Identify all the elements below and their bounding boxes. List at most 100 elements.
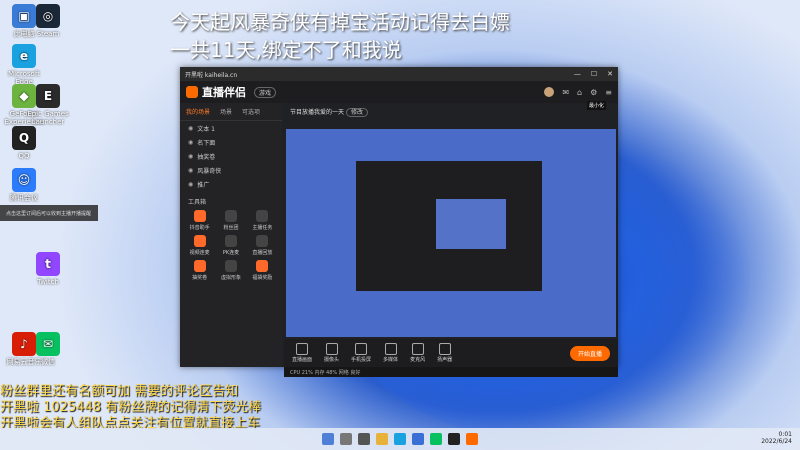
taskbar: 0:01 2022/6/24 xyxy=(0,428,800,450)
tool-item[interactable]: 粉丝团 xyxy=(215,210,246,231)
stream-title: 节目放播我爱的一天 xyxy=(290,109,345,116)
window-titlebar: 开黑啦 kaiheila.cn — ☐ ✕ xyxy=(180,67,618,81)
tool-icon xyxy=(193,260,206,272)
desktop-icon-epic[interactable]: E Epic Games Launcher xyxy=(24,84,72,126)
desktop-icon-qq[interactable]: Q QQ xyxy=(0,126,48,160)
qq-icon: Q xyxy=(12,126,36,150)
tools-grid: 抖音助手 粉丝团 主播任务 视频连麦 PK连麦 直播回放 抽奖卷 虚拟形象 福袋… xyxy=(180,208,282,283)
window-title: 开黑啦 kaiheila.cn xyxy=(185,71,238,79)
gift-icon[interactable]: ⌂ xyxy=(577,88,582,97)
layer-item[interactable]: ◉ 名下面 xyxy=(180,135,282,149)
tool-icon xyxy=(224,235,237,247)
edge-icon: e xyxy=(12,44,36,68)
eye-icon[interactable]: ◉ xyxy=(188,167,193,174)
maximize-icon[interactable]: ☐ xyxy=(591,70,597,78)
edge-taskbar-icon[interactable] xyxy=(394,433,406,445)
tool-item[interactable]: 抽奖卷 xyxy=(184,260,215,281)
tool-icon xyxy=(193,210,206,222)
desktop-icon-meeting[interactable]: ☺ 腾讯会议 xyxy=(0,168,48,202)
desktop-icon-steam[interactable]: ◎ Steam xyxy=(24,4,72,38)
tab-my-scene[interactable]: 我的场景 xyxy=(186,107,210,116)
tool-icon xyxy=(224,210,237,222)
live-app-taskbar-icon[interactable] xyxy=(466,433,478,445)
camera-icon xyxy=(325,343,338,355)
tool-icon xyxy=(256,260,269,272)
logo-icon xyxy=(186,86,198,98)
minimize-tooltip: 最小化 xyxy=(587,101,607,110)
desktop-icon-wechat[interactable]: ✉ 微信 xyxy=(24,332,72,366)
mail-icon[interactable]: ✉ xyxy=(562,88,569,97)
overlay-line-1: 今天起风暴奇侠有掉宝活动记得去白嫖 xyxy=(170,10,510,34)
tool-item[interactable]: 福袋奖励 xyxy=(247,260,278,281)
preview-area: 节目放播我爱的一天 修改 xyxy=(284,103,618,339)
layer-item[interactable]: ◉ 文本 1 xyxy=(180,121,282,135)
clock-date: 2022/6/24 xyxy=(761,438,792,445)
store-icon[interactable] xyxy=(412,433,424,445)
status-bar: CPU 21% 内存 48% 网络 良好 xyxy=(284,367,618,377)
layer-item[interactable]: ◉ 推广 xyxy=(180,177,282,191)
scene-tabs: 我的场景 场景 可选项 xyxy=(180,103,282,121)
speaker-icon xyxy=(438,343,451,355)
edit-title-button[interactable]: 修改 xyxy=(345,108,368,117)
tool-item[interactable]: 视频连麦 xyxy=(184,235,215,256)
system-tray-clock[interactable]: 0:01 2022/6/24 xyxy=(761,431,792,445)
tab-scene[interactable]: 场景 xyxy=(220,107,232,116)
eye-icon[interactable]: ◉ xyxy=(188,139,193,146)
steam-icon: ◎ xyxy=(36,4,60,28)
minimize-icon[interactable]: — xyxy=(574,70,581,78)
phone-icon xyxy=(355,343,368,355)
nested-preview-screen xyxy=(436,199,506,249)
tool-item[interactable]: 抖音助手 xyxy=(184,210,215,231)
layer-item[interactable]: ◉ 风暴奇侠 xyxy=(180,163,282,177)
left-panel: 我的场景 场景 可选项 ◉ 文本 1 ◉ 名下面 ◉ 抽奖卷 ◉ 风暴奇侠 ◉ 推广 工具… xyxy=(180,103,282,367)
start-icon[interactable] xyxy=(322,433,334,445)
tab-options[interactable]: 可选项 xyxy=(242,107,260,116)
desktop-icon-edge[interactable]: e Microsoft Edge xyxy=(0,44,48,86)
menu-icon[interactable]: ≡ xyxy=(605,88,612,97)
camera-button[interactable]: 摄像头 xyxy=(324,343,339,363)
tool-item[interactable]: 主播任务 xyxy=(247,210,278,231)
eye-icon[interactable]: ◉ xyxy=(188,153,193,160)
settings-icon[interactable]: ⚙ xyxy=(590,88,597,97)
tool-icon xyxy=(256,210,269,222)
phone-cast-button[interactable]: 手机投屏 xyxy=(351,343,371,363)
tool-icon xyxy=(224,260,237,272)
media-button[interactable]: 多媒体 xyxy=(383,343,398,363)
desktop-icon-twitch[interactable]: t Twitch xyxy=(24,252,72,286)
media-icon xyxy=(384,343,397,355)
go-live-button[interactable]: 开始直播 xyxy=(569,345,610,361)
explorer-icon[interactable] xyxy=(376,433,388,445)
category-pill[interactable]: 游戏 xyxy=(254,86,277,98)
eye-icon[interactable]: ◉ xyxy=(188,181,193,188)
mic-icon xyxy=(411,343,424,355)
avatar[interactable] xyxy=(544,87,555,97)
tool-item[interactable]: PK连麦 xyxy=(215,235,246,256)
app-header: 直播伴侣 游戏 ✉ ⌂ ⚙ ≡ xyxy=(180,81,618,103)
screen-capture-button[interactable]: 直播画面 xyxy=(292,343,312,363)
eye-icon[interactable]: ◉ xyxy=(188,125,193,132)
bottom-toolbar: 直播画面 摄像头 手机投屏 多媒体 麦克风 扬声器 开始直播 xyxy=(284,339,618,367)
clock-time: 0:01 xyxy=(778,431,792,438)
speaker-button[interactable]: 扬声器 xyxy=(437,343,452,363)
tool-icon xyxy=(193,235,206,247)
tools-header: 工具箱 xyxy=(188,199,207,206)
layer-item[interactable]: ◉ 抽奖卷 xyxy=(180,149,282,163)
app-logo: 直播伴侣 xyxy=(186,84,246,100)
meeting-icon: ☺ xyxy=(12,168,36,192)
tool-icon xyxy=(256,235,269,247)
tool-item[interactable]: 虚拟形象 xyxy=(215,260,246,281)
screen-icon xyxy=(296,343,308,355)
stream-preview[interactable] xyxy=(286,129,616,337)
close-icon[interactable]: ✕ xyxy=(607,70,613,78)
subscribe-bubble: 点击这里订阅后可以收到主播开播提醒 xyxy=(0,205,98,221)
tool-item[interactable]: 直播回放 xyxy=(247,235,278,256)
overlay-line-2: 一共11天,绑定不了和我说 xyxy=(170,38,402,62)
wechat-icon: ✉ xyxy=(36,332,60,356)
mic-button[interactable]: 麦克风 xyxy=(410,343,425,363)
task-view-icon[interactable] xyxy=(358,433,370,445)
wechat-taskbar-icon[interactable] xyxy=(430,433,442,445)
search-icon[interactable] xyxy=(340,433,352,445)
qq-taskbar-icon[interactable] xyxy=(448,433,460,445)
epic-icon: E xyxy=(36,84,60,108)
twitch-icon: t xyxy=(36,252,60,276)
